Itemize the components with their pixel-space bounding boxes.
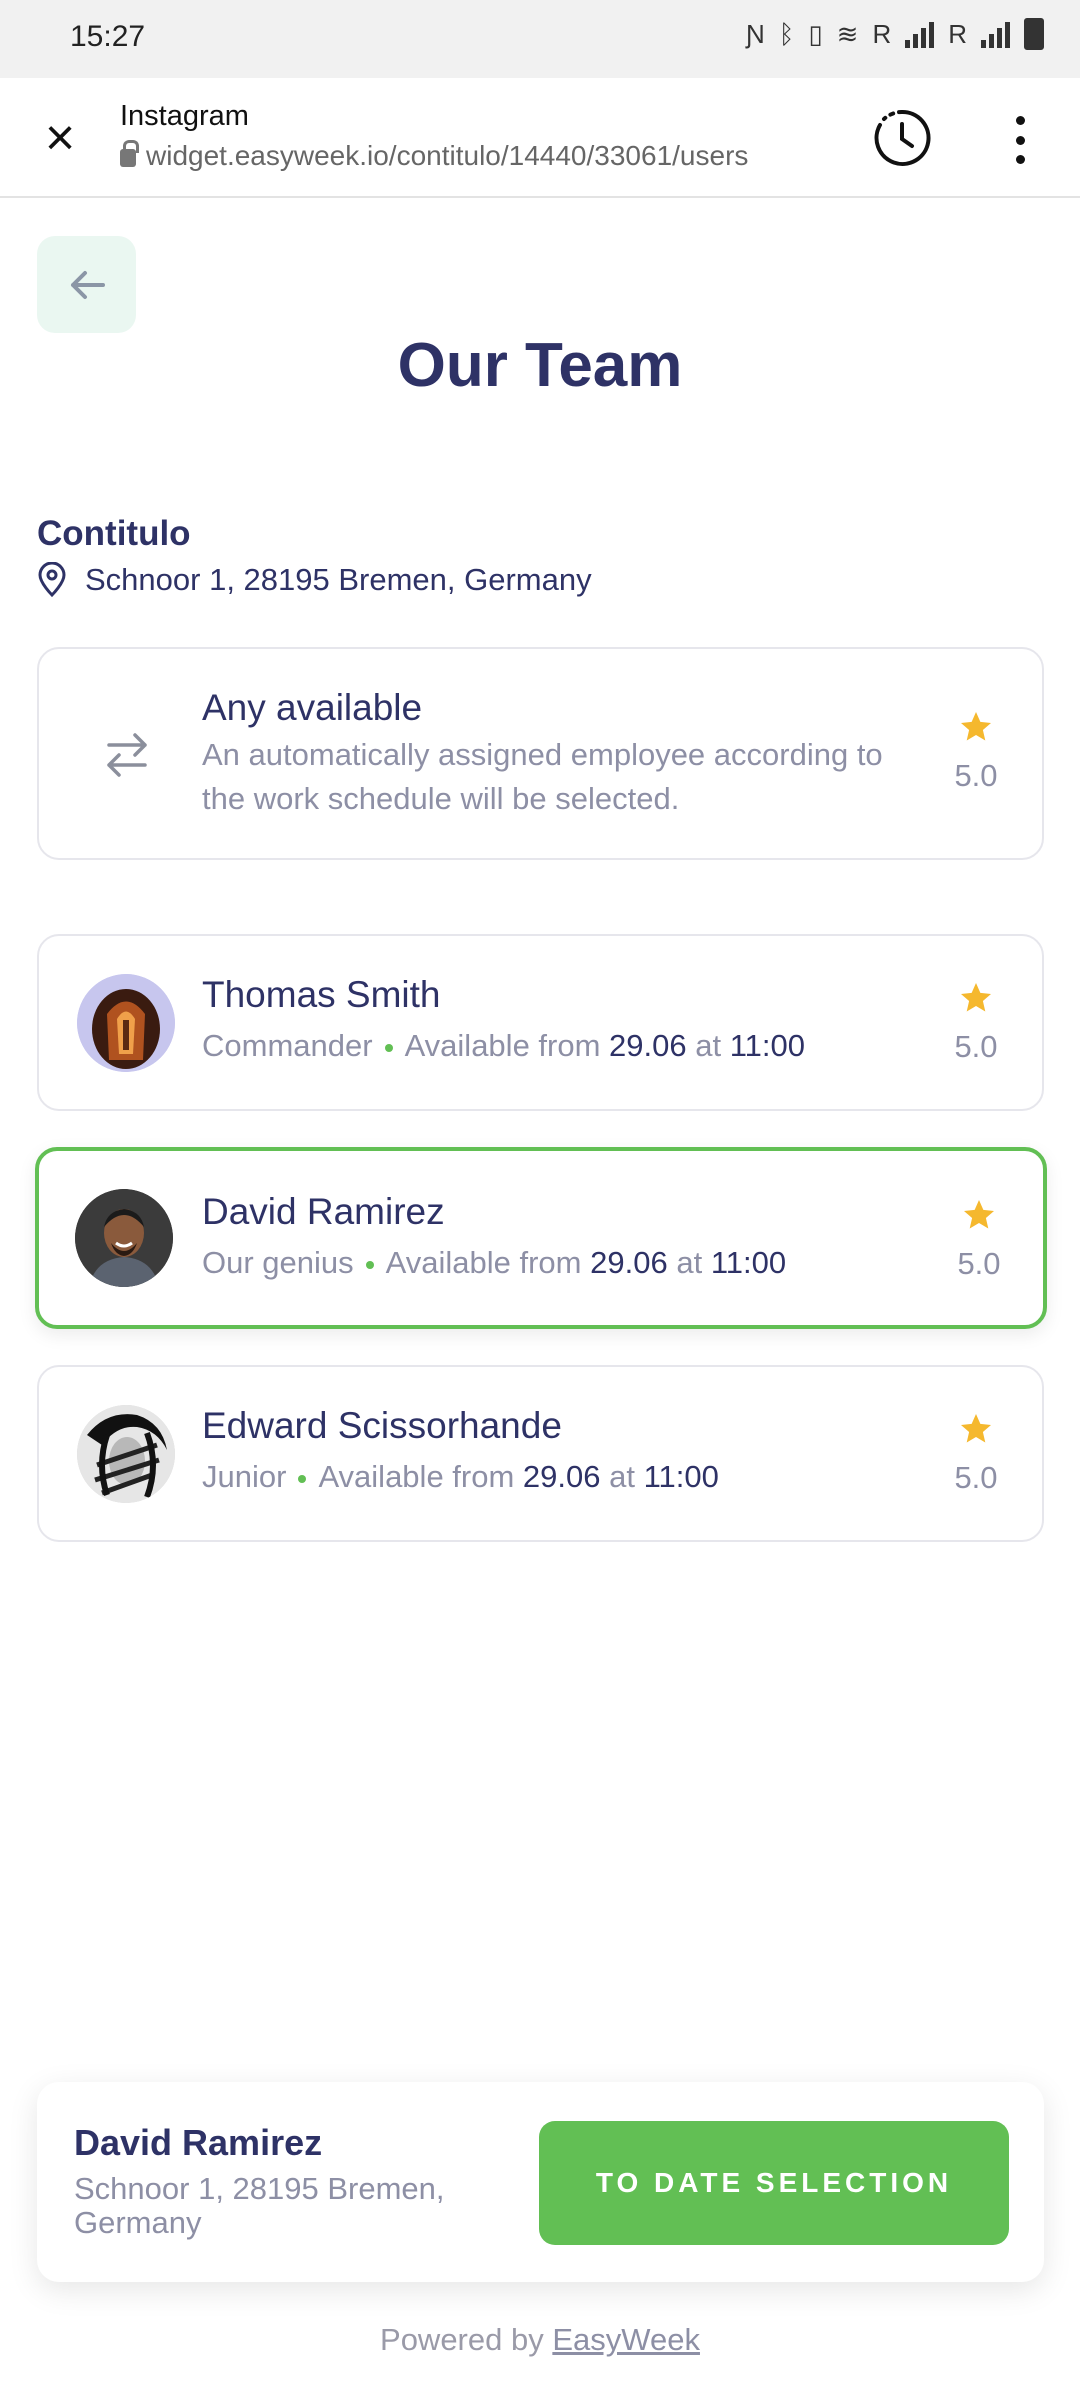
status-bar: 15:27 Ɲ ᛒ ▯ ≋ R R <box>0 0 1080 78</box>
location-pin-icon <box>38 562 66 598</box>
location-name: Contitulo <box>37 514 191 553</box>
history-icon[interactable] <box>870 106 934 170</box>
arrow-back-icon <box>70 270 105 299</box>
nfc-icon: Ɲ <box>745 18 765 49</box>
employee-name: Thomas Smith <box>202 974 441 1015</box>
back-button[interactable] <box>37 236 136 333</box>
star-icon <box>961 983 991 1012</box>
selection-footer: David Ramirez Schnoor 1, 28195 Bremen, G… <box>37 2082 1044 2282</box>
employee-role: Commander <box>202 1028 373 1063</box>
employee-availability: Commander Available from 29.06 at 11:00 <box>202 1028 805 1064</box>
close-icon[interactable]: × <box>36 112 84 164</box>
easyweek-link[interactable]: EasyWeek <box>552 2322 700 2357</box>
employee-availability: Junior Available from 29.06 at 11:00 <box>202 1459 719 1495</box>
available-label: Available from <box>404 1028 601 1063</box>
carrier-label-1: R <box>872 18 892 49</box>
available-time: 11:00 <box>643 1459 719 1494</box>
status-icons: Ɲ ᛒ ▯ ≋ R R <box>746 18 1044 50</box>
rating-value: 5.0 <box>954 1460 998 1495</box>
url-text: widget.easyweek.io/contitulo/14440/33061… <box>146 140 749 171</box>
employee-card[interactable]: Thomas Smith Commander Available from 29.… <box>37 934 1044 1111</box>
any-available-name: Any available <box>202 687 423 728</box>
available-date: 29.06 <box>609 1028 687 1063</box>
rating-value: 5.0 <box>957 1246 1001 1281</box>
location-address: Schnoor 1, 28195 Bremen, Germany <box>37 562 592 598</box>
status-time: 15:27 <box>70 20 146 53</box>
signal-icon-2 <box>981 20 1010 48</box>
at-label: at <box>609 1459 635 1494</box>
rating: 5.0 <box>946 709 1006 794</box>
star-icon <box>964 1200 994 1229</box>
employee-name: David Ramirez <box>202 1191 445 1232</box>
avatar <box>77 973 175 1072</box>
employee-card-selected[interactable]: David Ramirez Our genius Available from 2… <box>35 1147 1047 1329</box>
signal-icon <box>905 20 935 48</box>
vibrate-icon: ▯ <box>808 18 823 49</box>
bluetooth-icon: ᛒ <box>778 18 795 49</box>
selected-employee-name: David Ramirez <box>74 2122 323 2163</box>
star-icon <box>961 1414 991 1443</box>
employee-availability: Our genius Available from 29.06 at 11:00 <box>202 1245 786 1281</box>
carrier-label-2: R <box>948 18 967 49</box>
rating-value: 5.0 <box>954 1029 998 1064</box>
employee-card[interactable]: Edward Scissorhande Junior Available from… <box>37 1365 1044 1542</box>
browser-toolbar: × Instagram widget.easyweek.io/contitulo… <box>0 78 1080 198</box>
powered-by: Powered by EasyWeek <box>0 2322 1080 2358</box>
powered-by-label: Powered by <box>380 2322 544 2357</box>
any-available-card[interactable]: Any available An automatically assigned … <box>37 647 1044 860</box>
url-bar[interactable]: widget.easyweek.io/contitulo/14440/33061… <box>120 140 748 172</box>
status-dot <box>298 1474 307 1483</box>
available-label: Available from <box>318 1459 515 1494</box>
selected-address: Schnoor 1, 28195 Bremen, Germany <box>74 2171 445 2240</box>
any-available-description: An automatically assigned employee accor… <box>202 737 883 816</box>
available-date: 29.06 <box>590 1245 668 1280</box>
rating: 5.0 <box>946 1411 1006 1496</box>
status-dot <box>365 1260 374 1269</box>
available-date: 29.06 <box>522 1459 601 1494</box>
available-time: 11:00 <box>729 1028 806 1063</box>
available-time: 11:00 <box>710 1245 787 1280</box>
employee-role: Junior <box>202 1459 287 1494</box>
at-label: at <box>695 1028 722 1063</box>
wifi-icon: ≋ <box>836 18 859 49</box>
lock-icon <box>120 140 139 167</box>
swap-icon <box>107 733 147 777</box>
location-address-text: Schnoor 1, 28195 Bremen, Germany <box>85 562 592 597</box>
star-icon <box>961 712 991 741</box>
more-icon[interactable] <box>1010 116 1030 164</box>
rating-value: 5.0 <box>954 758 998 793</box>
battery-icon <box>1024 18 1044 50</box>
rating: 5.0 <box>949 1197 1009 1282</box>
employee-name: Edward Scissorhande <box>202 1405 562 1446</box>
page-title: Our Team <box>397 331 683 400</box>
avatar <box>77 1404 175 1503</box>
site-title: Instagram <box>120 100 249 132</box>
available-label: Available from <box>385 1245 582 1280</box>
status-dot <box>384 1043 393 1052</box>
at-label: at <box>676 1245 703 1280</box>
employee-role: Our genius <box>202 1245 354 1280</box>
to-date-selection-button[interactable]: TO DATE SELECTION <box>539 2121 1009 2245</box>
rating: 5.0 <box>946 980 1006 1065</box>
avatar <box>75 1189 173 1287</box>
